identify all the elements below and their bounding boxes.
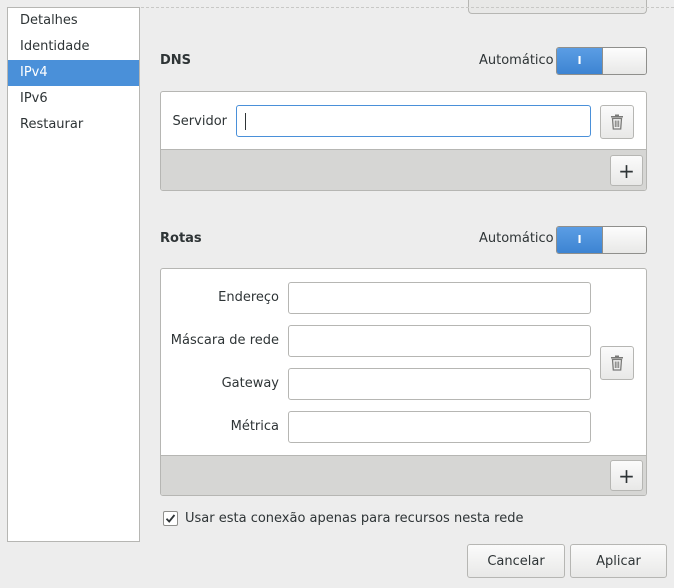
routes-toolbar: + [161,455,646,495]
routes-frame: Endereço Máscara de rede Gateway Métrica… [160,268,647,496]
route-add-button[interactable]: + [610,460,643,491]
dns-auto-label: Automático [479,53,554,68]
route-address-input[interactable] [288,282,591,314]
routes-auto-label: Automático [479,231,554,246]
switch-on-indicator: I [557,48,602,74]
dns-server-frame: Servidor + [160,91,647,191]
dns-add-button[interactable]: + [610,155,643,186]
routes-title: Rotas [160,231,202,246]
metric-label: Métrica [230,419,279,434]
dns-server-input[interactable] [236,105,591,137]
sidebar-item-restaurar[interactable]: Restaurar [8,112,139,138]
sidebar-item-detalhes[interactable]: Detalhes [8,8,139,34]
switch-knob [602,48,646,74]
gateway-label: Gateway [221,376,279,391]
dns-title: DNS [160,53,192,68]
restrict-label[interactable]: Usar esta conexão apenas para recursos n… [185,511,523,526]
dns-delete-button[interactable] [600,105,634,139]
dns-toolbar: + [161,149,646,190]
cancel-button[interactable]: Cancelar [467,544,565,578]
sidebar: Detalhes Identidade IPv4 IPv6 Restaurar [7,7,140,542]
trash-icon [611,114,623,130]
apply-button[interactable]: Aplicar [570,544,667,578]
netmask-label: Máscara de rede [170,333,279,348]
restrict-checkbox[interactable] [163,511,178,526]
plus-icon: + [618,463,635,488]
switch-on-indicator: I [557,227,602,253]
sidebar-item-ipv4[interactable]: IPv4 [8,60,139,86]
plus-icon: + [618,158,635,183]
sidebar-item-identidade[interactable]: Identidade [8,34,139,60]
route-delete-button[interactable] [600,346,634,380]
server-label: Servidor [172,114,227,129]
routes-auto-switch[interactable]: I [556,226,647,254]
trash-icon [611,355,623,371]
route-netmask-input[interactable] [288,325,591,357]
dns-auto-switch[interactable]: I [556,47,647,75]
route-metric-input[interactable] [288,411,591,443]
address-label: Endereço [218,290,279,305]
sidebar-item-ipv6[interactable]: IPv6 [8,86,139,112]
checkmark-icon [165,514,176,523]
scroll-edge-indicator [141,7,674,8]
text-caret [245,113,246,130]
route-gateway-input[interactable] [288,368,591,400]
switch-knob [602,227,646,253]
